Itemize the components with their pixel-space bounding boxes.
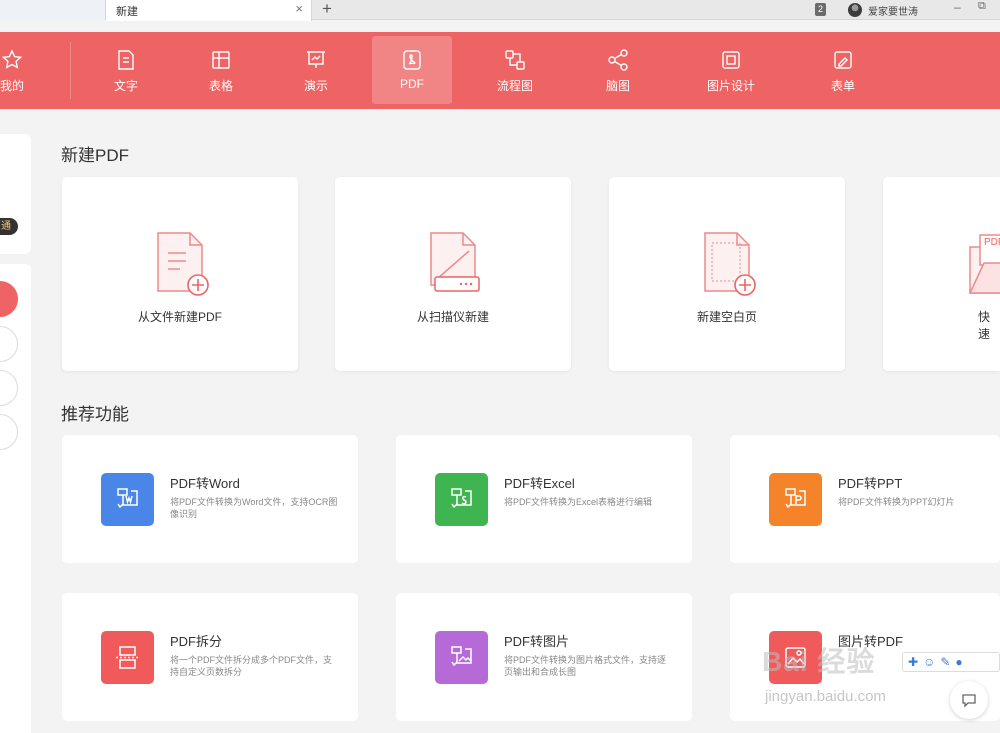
pdf-to-excel-icon — [451, 488, 472, 509]
pen-icon[interactable]: ✎ — [940, 655, 950, 669]
svg-text:PDF: PDF — [984, 237, 1000, 248]
feature-pdf-to-word[interactable]: PDF转Word 将PDF文件转换为Word文件，支持OCR图像识别 — [62, 435, 358, 563]
microphone-icon[interactable]: ● — [955, 655, 962, 669]
nav-item-image-design[interactable]: 图片设计 — [691, 36, 771, 104]
user-name: 爱家要世涛 — [868, 6, 918, 18]
nav-item-text[interactable]: 文字 — [86, 36, 166, 104]
feature-title: PDF转图片 — [504, 634, 570, 649]
feature-icon-box — [101, 631, 154, 684]
feature-title: PDF转Word — [170, 476, 240, 491]
feature-pdf-to-excel[interactable]: PDF转Excel 将PDF文件转换为Excel表格进行编辑 — [396, 435, 692, 563]
pdf-icon — [403, 50, 421, 70]
sidebar-recent-button[interactable] — [0, 326, 18, 362]
sidebar-panel — [0, 264, 31, 733]
feature-icon-box — [769, 473, 822, 526]
image-design-icon — [722, 51, 740, 69]
card-new-blank-page[interactable]: 新建空白页 — [609, 177, 845, 371]
card-new-from-file[interactable]: 从文件新建PDF — [62, 177, 298, 371]
nav-item-form[interactable]: 表单 — [803, 36, 883, 104]
pdf-split-icon — [116, 646, 139, 669]
feature-description: 将一个PDF文件拆分成多个PDF文件，支持自定义页数拆分 — [170, 655, 333, 677]
feature-title: PDF转PPT — [838, 476, 903, 491]
pdf-to-word-icon — [117, 488, 138, 509]
add-tab-icon[interactable]: + — [322, 0, 332, 19]
sidebar-account-panel — [0, 134, 31, 254]
pdf-folder-icon: PDF — [968, 234, 1000, 294]
new-pdf-heading: 新建PDF — [61, 146, 129, 165]
scanner-icon — [430, 232, 480, 292]
card-label: 从扫描仪新建 — [416, 310, 489, 324]
pdf-to-ppt-icon — [785, 488, 806, 509]
flowchart-icon — [505, 50, 525, 70]
avatar — [848, 3, 862, 17]
chat-icon — [962, 694, 976, 708]
card-label: 快速 — [978, 310, 991, 341]
sidebar-more-button[interactable] — [0, 414, 18, 450]
tab-strip: 新建 × + 2 爱家要世涛 – ⧉ — [0, 0, 1000, 21]
feature-description: 将PDF文件转换为图片格式文件，支持逐页输出和合成长图 — [504, 655, 667, 677]
table-icon — [212, 51, 230, 69]
document-icon — [118, 50, 134, 70]
feedback-button[interactable] — [950, 681, 988, 719]
star-icon — [1, 49, 23, 69]
floating-toolbar: ✚ ☺ ✎ ● — [902, 652, 1000, 672]
pdf-to-image-icon — [451, 646, 472, 667]
nav-divider — [70, 42, 71, 99]
tab-previous[interactable] — [0, 0, 106, 20]
form-icon — [834, 51, 852, 69]
presentation-icon — [307, 51, 325, 68]
feature-pdf-to-ppt[interactable]: PDF转PPT 将PDF文件转换为PPT幻灯片 — [730, 435, 1000, 563]
feature-title: PDF转Excel — [504, 476, 575, 491]
feature-icon-box — [435, 473, 488, 526]
card-new-from-scanner[interactable]: 从扫描仪新建 — [335, 177, 571, 371]
card-label: 新建空白页 — [696, 310, 757, 324]
feature-icon-box — [435, 631, 488, 684]
tab-label: 新建 — [116, 6, 138, 18]
feature-pdf-split[interactable]: PDF拆分 将一个PDF文件拆分成多个PDF文件，支持自定义页数拆分 — [62, 593, 358, 721]
nav-item-pdf[interactable]: PDF — [372, 36, 452, 104]
minimize-button[interactable]: – — [954, 0, 961, 14]
nav-item-presentation[interactable]: 演示 — [276, 36, 356, 104]
card-quick-pdf[interactable]: PDF 快速 — [883, 177, 1000, 371]
restore-button[interactable]: ⧉ — [978, 0, 986, 13]
membership-badge[interactable]: 通 — [0, 218, 18, 235]
feature-pdf-to-image[interactable]: PDF转图片 将PDF文件转换为图片格式文件，支持逐页输出和合成长图 — [396, 593, 692, 721]
watermark-logo: Bai 经验 — [762, 646, 876, 677]
recommended-heading: 推荐功能 — [61, 405, 129, 424]
nav-item-mindmap[interactable]: 脑图 — [578, 36, 658, 104]
window-count-badge[interactable]: 2 — [815, 3, 827, 16]
sidebar-cloud-button[interactable] — [0, 370, 18, 406]
tab-new[interactable]: 新建 × — [106, 0, 312, 21]
feature-description: 将PDF文件转换为Excel表格进行编辑 — [504, 497, 653, 507]
plus-icon[interactable]: ✚ — [908, 655, 918, 669]
sidebar-new-button[interactable] — [0, 281, 18, 317]
file-add-icon — [157, 232, 209, 296]
feature-icon-box — [101, 473, 154, 526]
nav-item-mine[interactable]: 我的 — [0, 36, 52, 104]
mindmap-icon — [608, 49, 628, 71]
card-label: 从文件新建PDF — [137, 310, 222, 324]
emoji-icon[interactable]: ☺ — [923, 655, 935, 669]
user-account[interactable]: 爱家要世涛 — [848, 1, 918, 19]
feature-description: 将PDF文件转换为Word文件，支持OCR图像识别 — [170, 497, 338, 519]
close-icon[interactable]: × — [295, 1, 303, 16]
app-nav-bar: 我的 文字 表格 演示 PDF 流程图 脑图 图片设计 表单 — [0, 32, 1000, 109]
nav-item-spreadsheet[interactable]: 表格 — [181, 36, 261, 104]
feature-title: PDF拆分 — [170, 634, 223, 649]
nav-item-flowchart[interactable]: 流程图 — [475, 36, 555, 104]
blank-page-add-icon — [704, 232, 756, 296]
feature-description: 将PDF文件转换为PPT幻灯片 — [838, 497, 955, 507]
watermark-url: jingyan.baidu.com — [765, 688, 886, 705]
